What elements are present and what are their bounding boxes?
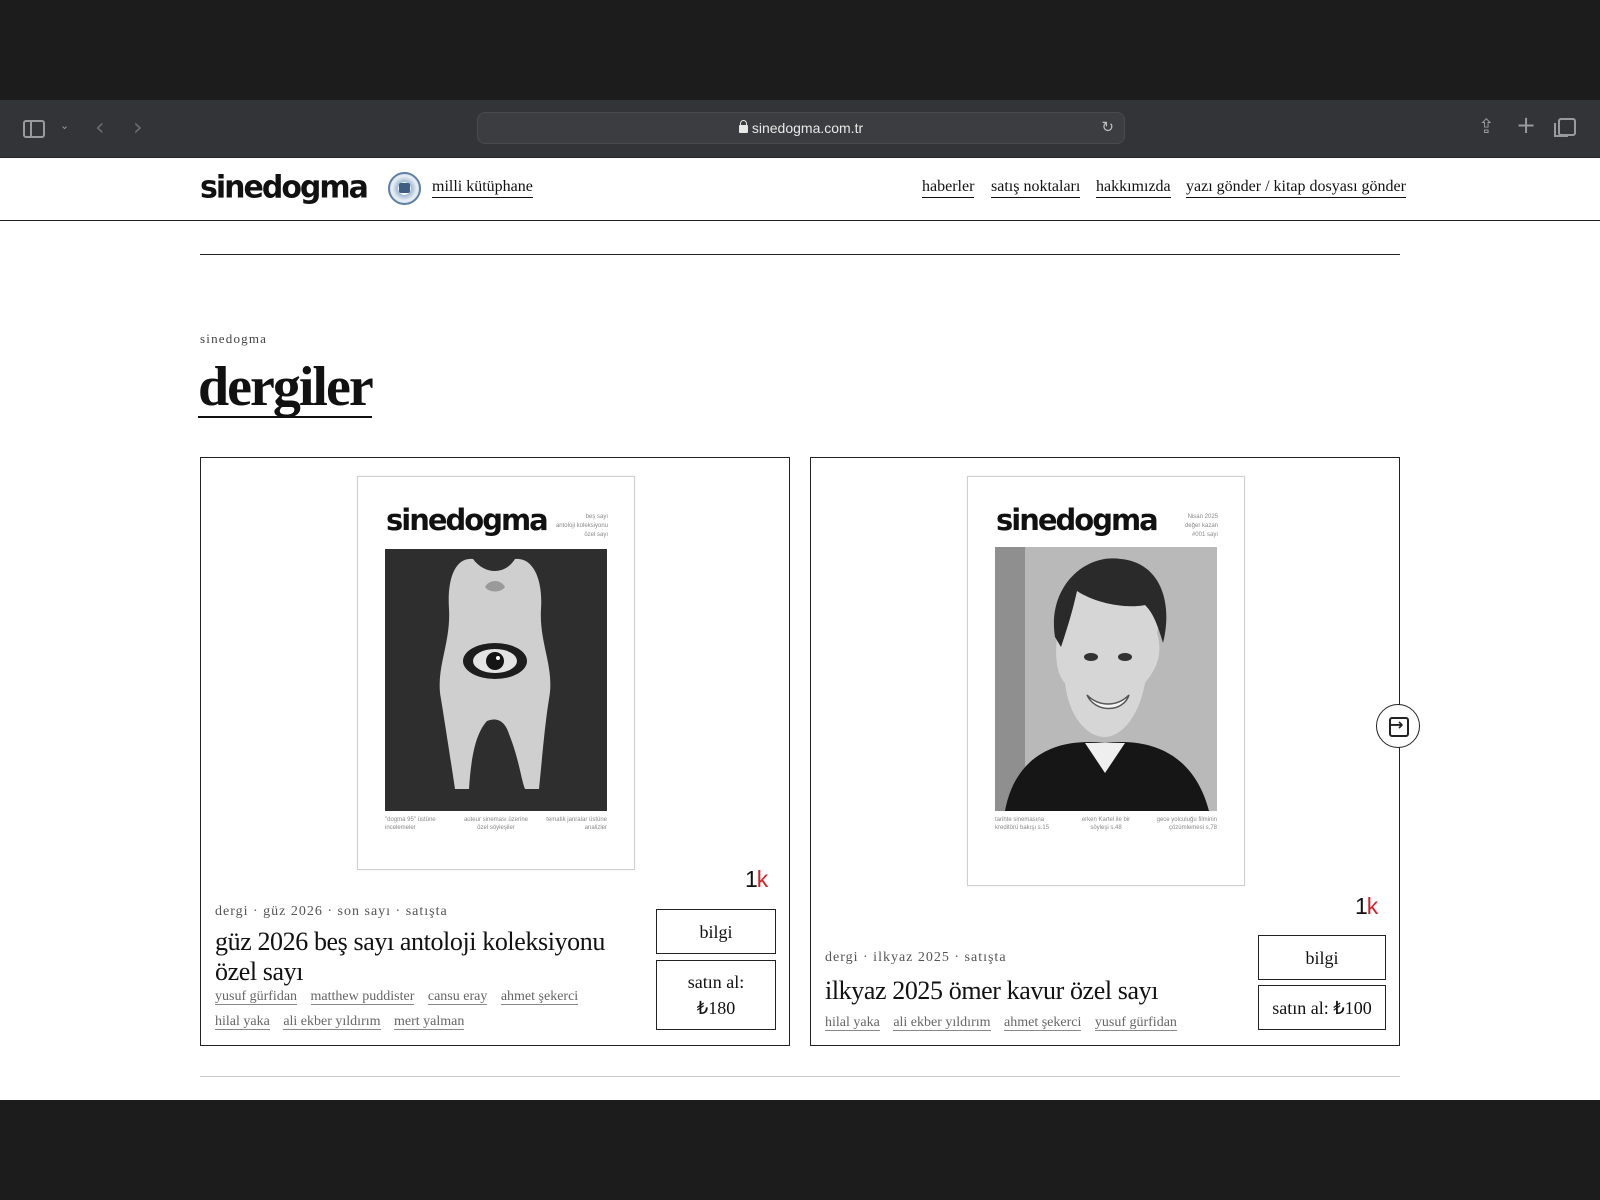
- address-bar[interactable]: sinedogma.com.tr ↻: [477, 112, 1125, 144]
- divider: [200, 254, 1400, 255]
- author-link[interactable]: hilal yaka: [825, 1015, 880, 1031]
- new-tab-icon[interactable]: +: [1516, 111, 1536, 139]
- reload-icon[interactable]: ↻: [1101, 118, 1114, 136]
- page-title[interactable]: dergiler: [198, 358, 374, 418]
- info-button[interactable]: bilgi: [656, 909, 776, 954]
- nav-yazi-gonder[interactable]: yazı gönder / kitap dosyası gönder: [1186, 178, 1406, 198]
- cover-notes: tarihte sinemasına kreditörü bakışı s.15…: [995, 817, 1217, 831]
- author-list: yusuf gürfidan matthew puddister cansu e…: [215, 984, 635, 1034]
- web-page: sinedogma milli kütüphane haberler satış…: [0, 158, 1600, 1100]
- author-link[interactable]: ahmet şekerci: [500, 989, 579, 1005]
- cover-tag: beş sayı antoloji koleksiyonu özel sayı: [555, 514, 608, 538]
- author-link[interactable]: yusuf gürfidan: [1094, 1015, 1177, 1031]
- author-link[interactable]: mert yalman: [394, 1014, 465, 1030]
- cover-logo: sinedogma: [386, 503, 549, 537]
- info-button[interactable]: bilgi: [1258, 935, 1386, 980]
- divider: [200, 1076, 1400, 1077]
- cover-logo: sinedogma: [996, 503, 1159, 537]
- author-link[interactable]: ali ekber yıldırım: [893, 1015, 991, 1031]
- issue-cover[interactable]: sinedogma beş sayı antoloji koleksiyonu öz…: [357, 476, 635, 870]
- issue-title[interactable]: güz 2026 beş sayı antoloji koleksiyonu ö…: [215, 927, 635, 987]
- issue-title[interactable]: ilkyaz 2025 ömer kavur özel sayı: [825, 976, 1245, 1006]
- author-link[interactable]: ali ekber yıldırım: [283, 1014, 381, 1030]
- nav-haberler[interactable]: haberler: [922, 178, 975, 198]
- cover-artwork: [385, 549, 607, 811]
- issue-cover[interactable]: sinedogma Nisan 2025 değer kazan #001 sayı: [967, 476, 1245, 886]
- chevron-down-icon[interactable]: ⌄: [60, 119, 69, 132]
- cover-portrait: [995, 547, 1217, 811]
- section-kicker: sinedogma: [200, 331, 268, 346]
- author-link[interactable]: matthew puddister: [310, 989, 415, 1005]
- forward-icon[interactable]: ›: [133, 113, 143, 141]
- cover-tag: Nisan 2025 değer kazan #001 sayı: [1184, 514, 1218, 538]
- buy-button[interactable]: satın al: ₺180: [656, 960, 776, 1030]
- sidebar-icon[interactable]: [23, 120, 45, 138]
- cover-notes: "dogma 95" üstüne incelemeler auteur sine…: [385, 817, 607, 831]
- nav-hakkimizda[interactable]: hakkımızda: [1096, 178, 1171, 198]
- share-icon[interactable]: ⇪: [1478, 114, 1495, 138]
- url-text: sinedogma.com.tr: [751, 120, 864, 136]
- author-link[interactable]: hilal yaka: [215, 1014, 270, 1030]
- 1k-badge: 1k: [745, 866, 768, 892]
- browser-toolbar: ⌄ ‹ › sinedogma.com.tr ↻ ⇪ +: [0, 100, 1600, 158]
- nav-satis-noktalari[interactable]: satış noktaları: [991, 178, 1081, 198]
- issue-meta: dergi · ilkyaz 2025 · satışta: [825, 950, 1007, 965]
- buy-button[interactable]: satın al: ₺100: [1258, 985, 1386, 1030]
- milli-kutuphane-link[interactable]: milli kütüphane: [432, 178, 533, 198]
- tab-overview-icon[interactable]: [1554, 118, 1576, 137]
- issue-card: sinedogma beş sayı antoloji koleksiyonu öz…: [200, 457, 790, 1046]
- arrow-right-box-icon: →: [1390, 715, 1404, 734]
- author-list: hilal yaka ali ekber yıldırım ahmet şeke…: [825, 1010, 1245, 1035]
- author-link[interactable]: cansu eray: [427, 989, 488, 1005]
- site-header: sinedogma milli kütüphane haberler satış…: [0, 158, 1600, 221]
- author-link[interactable]: yusuf gürfidan: [215, 989, 298, 1005]
- issue-meta: dergi · güz 2026 · son sayı · satışta: [215, 904, 448, 919]
- 1k-badge: 1k: [1355, 893, 1378, 919]
- library-seal-icon[interactable]: [388, 172, 421, 205]
- issue-card: sinedogma Nisan 2025 değer kazan #001 sayı: [810, 457, 1400, 1046]
- back-icon[interactable]: ‹: [95, 113, 105, 141]
- carousel-next-button[interactable]: →: [1376, 704, 1420, 748]
- lock-icon: [738, 120, 748, 133]
- site-logo[interactable]: sinedogma: [200, 169, 369, 206]
- author-link[interactable]: ahmet şekerci: [1004, 1015, 1082, 1031]
